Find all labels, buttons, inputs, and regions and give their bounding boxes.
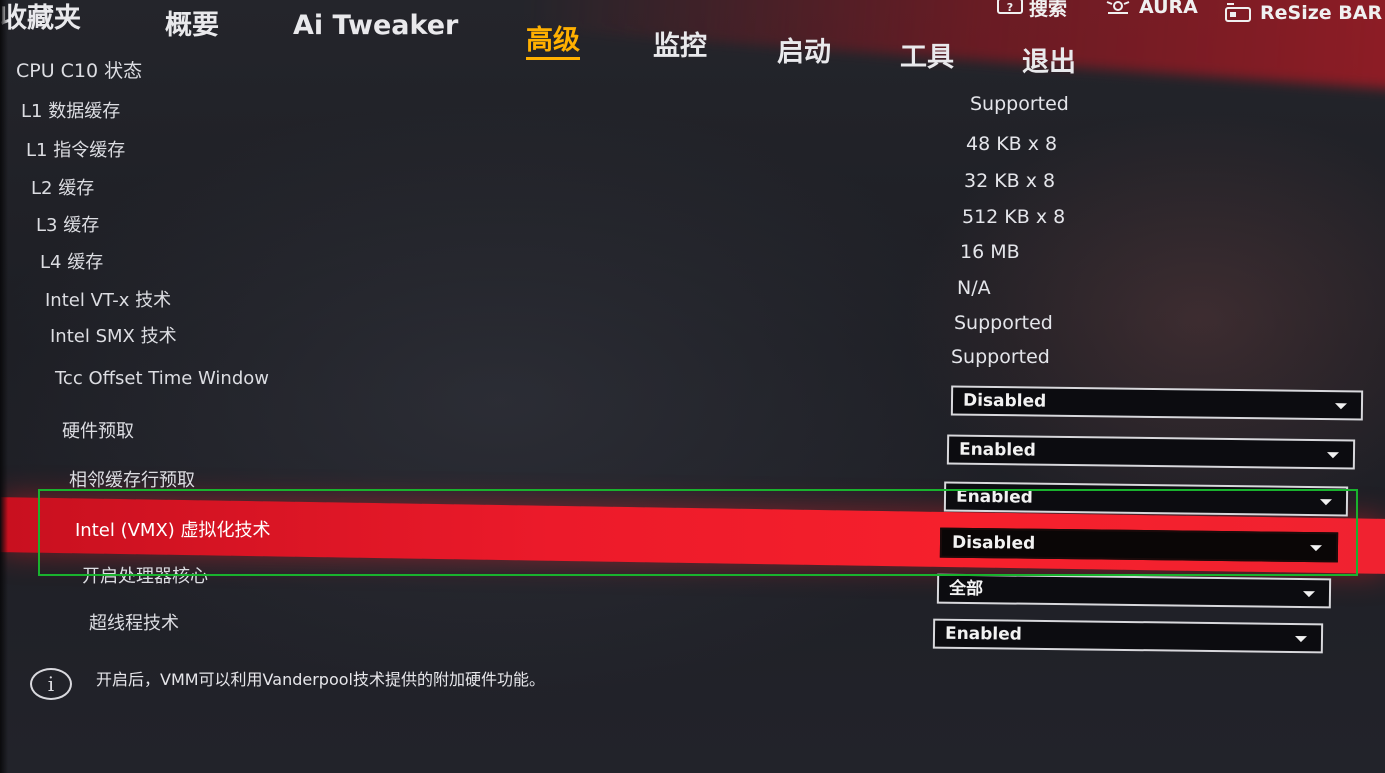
- tab-tool[interactable]: 工具: [900, 35, 954, 74]
- info-row-value: Supported: [970, 93, 1069, 115]
- resize-bar-icon: [1224, 2, 1254, 24]
- chevron-down-icon: [1302, 591, 1316, 598]
- aura-icon: [1103, 0, 1133, 18]
- search-utility[interactable]: ? 搜索: [997, 0, 1067, 21]
- setting-label-hardware-prefetch: 硬件预取: [62, 421, 134, 442]
- chevron-down-icon: [1326, 452, 1340, 459]
- info-row-label: Intel SMX 技术: [50, 326, 177, 347]
- info-icon: i: [30, 668, 72, 700]
- select-value: Enabled: [944, 623, 1023, 645]
- tab-monitor[interactable]: 监控: [653, 24, 707, 63]
- hardware-prefetch-select[interactable]: Enabled: [946, 434, 1356, 470]
- info-row-label: L4 缓存: [40, 252, 104, 273]
- tcc-offset-select[interactable]: Disabled: [950, 385, 1364, 421]
- hyper-threading-select[interactable]: Enabled: [932, 618, 1324, 654]
- section-title: CPU C10 状态: [16, 60, 143, 82]
- info-row-label: L2 缓存: [31, 178, 95, 199]
- tab-exit[interactable]: 退出: [1022, 40, 1076, 79]
- info-row-label: L3 缓存: [36, 215, 100, 236]
- tab-overview[interactable]: 概要: [165, 3, 219, 42]
- info-row-value: 512 KB x 8: [962, 206, 1066, 228]
- aura-label: AURA: [1139, 0, 1198, 18]
- tab-advanced[interactable]: 高级: [526, 18, 580, 60]
- info-row-value: N/A: [957, 277, 991, 299]
- aura-utility[interactable]: AURA: [1103, 0, 1198, 18]
- info-row-value: Supported: [954, 312, 1053, 334]
- tab-boot[interactable]: 启动: [777, 30, 831, 69]
- chevron-down-icon: [1334, 403, 1348, 410]
- chevron-down-icon: [1294, 636, 1308, 643]
- info-row-value: 48 KB x 8: [966, 133, 1058, 155]
- annotation-box: [38, 489, 1358, 576]
- resize-bar-utility[interactable]: ReSize BAR: [1224, 2, 1382, 24]
- info-row-label: Intel VT-x 技术: [45, 290, 172, 311]
- top-navigation: 收藏夹 概要 Ai Tweaker 高级 监控 启动 工具 退出 ? 搜索 AU…: [0, 0, 1385, 80]
- tab-ai-tweaker[interactable]: Ai Tweaker: [293, 10, 458, 41]
- select-value: Enabled: [958, 439, 1037, 461]
- tab-favorites[interactable]: 收藏夹: [0, 0, 81, 35]
- help-text: 开启后，VMM可以利用Vanderpool技术提供的附加硬件功能。: [96, 670, 545, 689]
- svg-text:?: ?: [1007, 1, 1013, 14]
- select-value: Disabled: [962, 390, 1047, 412]
- question-box-icon: ?: [997, 0, 1023, 18]
- setting-label-hyper-threading: 超线程技术: [89, 613, 179, 634]
- monitor-bezel: [0, 0, 8, 773]
- info-row-label: L1 数据缓存: [21, 101, 121, 122]
- bios-advanced-screen: 收藏夹 概要 Ai Tweaker 高级 监控 启动 工具 退出 ? 搜索 AU…: [0, 0, 1385, 773]
- info-row-value: 16 MB: [960, 241, 1020, 263]
- info-row-value: 32 KB x 8: [964, 170, 1056, 192]
- select-value: 全部: [948, 578, 984, 600]
- info-row-label: L1 指令缓存: [26, 140, 126, 161]
- setting-label-tcc-offset: Tcc Offset Time Window: [55, 368, 269, 389]
- info-row-value: Supported: [951, 346, 1050, 368]
- active-cores-select[interactable]: 全部: [936, 573, 1332, 609]
- search-label: 搜索: [1029, 0, 1068, 20]
- resize-bar-label: ReSize BAR: [1260, 2, 1383, 24]
